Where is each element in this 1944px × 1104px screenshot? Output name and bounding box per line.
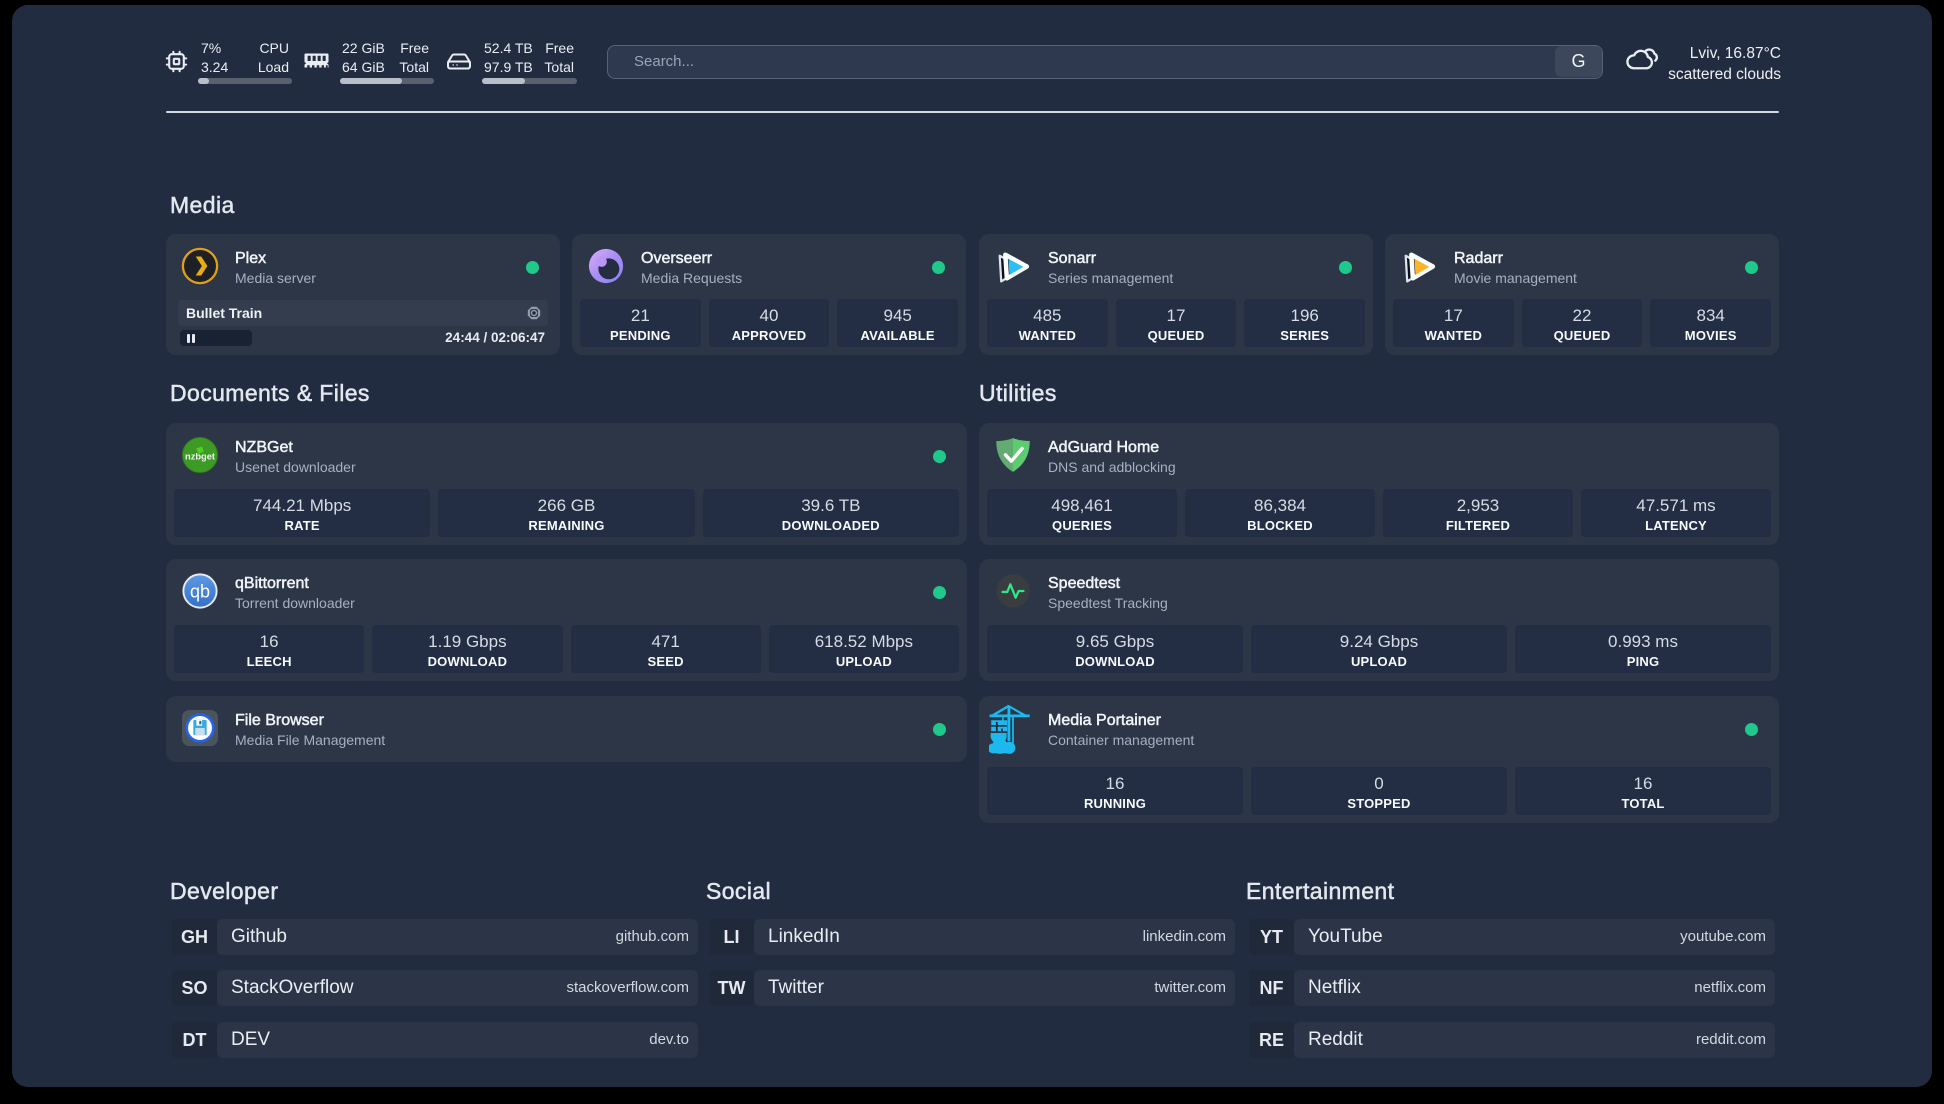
svg-text:nzbget: nzbget bbox=[185, 451, 215, 461]
svg-text:qb: qb bbox=[190, 582, 210, 602]
